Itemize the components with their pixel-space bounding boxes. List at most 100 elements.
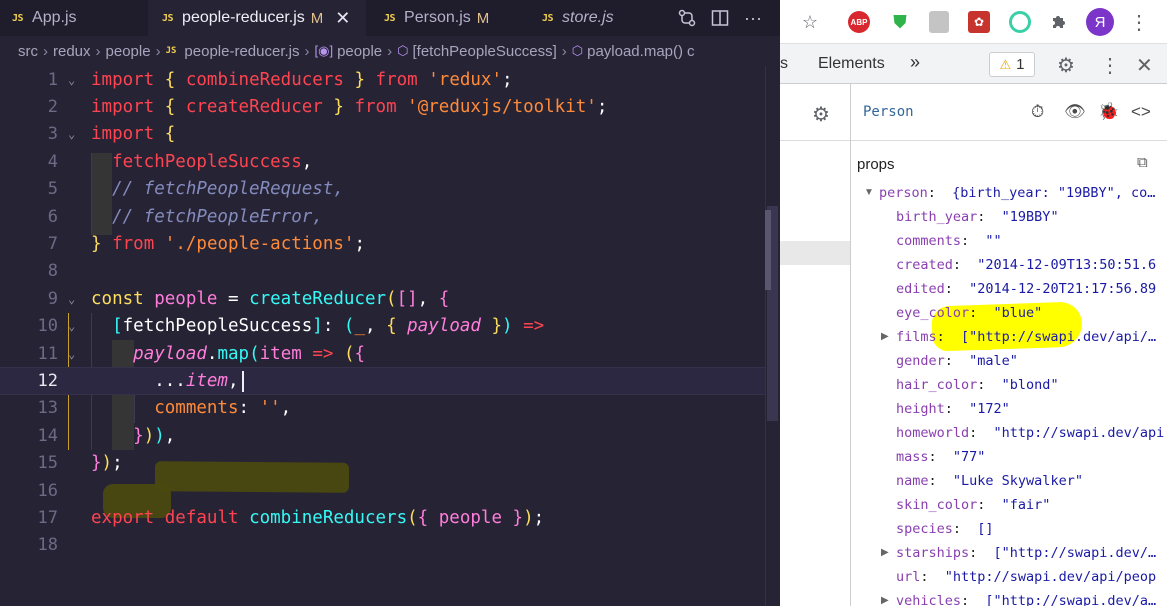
prop-key: edited bbox=[896, 281, 945, 297]
close-icon[interactable]: ✕ bbox=[1136, 53, 1153, 78]
breadcrumb-item[interactable]: src bbox=[18, 43, 38, 60]
prop-row-person[interactable]: person: {birth_year: "19BBY", co… bbox=[879, 181, 1155, 205]
prop-row-comments[interactable]: comments: "" bbox=[896, 229, 1002, 253]
prop-colon: : bbox=[920, 569, 945, 585]
prop-row-skin-color[interactable]: skin_color: "fair" bbox=[896, 493, 1050, 517]
caret-right-icon[interactable]: ▶ bbox=[881, 331, 889, 342]
warning-badge[interactable]: ⚠ 1 bbox=[989, 52, 1035, 77]
more-actions-icon[interactable]: ··· bbox=[741, 6, 765, 30]
compare-changes-icon[interactable] bbox=[675, 6, 699, 30]
tab-app-js[interactable]: JS App.js bbox=[0, 0, 148, 36]
gear-icon[interactable]: ⚙ bbox=[1057, 53, 1075, 78]
split-editor-icon[interactable] bbox=[708, 6, 732, 30]
chevron-right-icon: › bbox=[304, 42, 310, 60]
copy-icon[interactable]: ⧉ bbox=[1137, 154, 1148, 171]
prop-row-vehicles[interactable]: vehicles: ["http://swapi.dev/a… bbox=[896, 589, 1156, 606]
prop-row-created[interactable]: created: "2014-12-09T13:50:51.6 bbox=[896, 253, 1156, 277]
tab-person-js[interactable]: JS Person.js M bbox=[366, 0, 526, 36]
prop-row-species[interactable]: species: [] bbox=[896, 517, 994, 541]
prop-row-gender[interactable]: gender: "male" bbox=[896, 349, 1018, 373]
component-tree-pane[interactable]: ⚙ bbox=[780, 84, 851, 606]
js-file-icon: JS bbox=[542, 12, 554, 24]
close-icon[interactable]: ✕ bbox=[335, 8, 350, 29]
menu-dots-icon[interactable]: ⋮ bbox=[1100, 53, 1120, 78]
prop-row-birth-year[interactable]: birth_year: "19BBY" bbox=[896, 205, 1059, 229]
extension-ring-icon[interactable] bbox=[1009, 11, 1031, 33]
menu-dots-icon[interactable]: ⋮ bbox=[1126, 9, 1152, 35]
tab-label: store.js bbox=[562, 9, 614, 26]
breadcrumb-item[interactable]: payload.map() bbox=[587, 43, 683, 60]
bug-icon[interactable]: 🐞 bbox=[1098, 102, 1119, 122]
tab-label: people-reducer.js bbox=[182, 9, 305, 26]
browser-devtools: ☆ ABP ⛊ ✿ Я ⋮ s Elements » ⚠ 1 ⚙ ⋮ ✕ ⚙ Pe… bbox=[780, 0, 1167, 606]
prop-colon: : bbox=[952, 521, 978, 537]
chevron-right-icon: › bbox=[155, 42, 161, 60]
star-icon[interactable]: ☆ bbox=[797, 9, 823, 35]
code-line: 9 ⌄ const people = createReducer([], { bbox=[47, 288, 450, 309]
prop-value: ["http://swapi.dev/a… bbox=[985, 593, 1157, 606]
breadcrumb-item[interactable]: people bbox=[106, 43, 151, 60]
prop-key: comments bbox=[896, 233, 962, 249]
prop-value: "male" bbox=[969, 353, 1018, 369]
prop-row-hair-color[interactable]: hair_color: "blond" bbox=[896, 373, 1059, 397]
prop-value: "http://swapi.dev/api bbox=[993, 425, 1165, 441]
more-tabs-icon[interactable]: » bbox=[910, 52, 920, 73]
extension-red-icon[interactable]: ✿ bbox=[968, 11, 990, 33]
tab-label: Person.js bbox=[404, 9, 471, 26]
prop-row-eye-color[interactable]: eye_color: "blue" bbox=[896, 301, 1042, 325]
gear-icon[interactable]: ⚙ bbox=[812, 102, 830, 127]
breadcrumb-item[interactable]: people bbox=[337, 43, 382, 60]
caret-right-icon[interactable]: ▶ bbox=[881, 547, 889, 558]
prop-row-homeworld[interactable]: homeworld: "http://swapi.dev/api bbox=[896, 421, 1164, 445]
tab-partial[interactable]: s bbox=[780, 55, 788, 73]
chevron-down-icon[interactable]: ⌄ bbox=[68, 127, 75, 141]
prop-row-starships[interactable]: starships: ["http://swapi.dev/… bbox=[896, 541, 1156, 565]
prop-row-height[interactable]: height: "172" bbox=[896, 397, 1010, 421]
code-line: 15}); bbox=[37, 453, 123, 474]
shield-icon[interactable]: ⛊ bbox=[887, 9, 913, 35]
chevron-down-icon[interactable]: ⌄ bbox=[68, 319, 75, 333]
prop-key: species bbox=[896, 521, 953, 537]
chevron-right-icon: › bbox=[43, 42, 48, 60]
code-editor[interactable]: JS App.js JS people-reducer.js M ✕ JS Pe… bbox=[0, 0, 780, 606]
prop-row-name[interactable]: name: "Luke Skywalker" bbox=[896, 469, 1083, 493]
prop-value: "http://swapi.dev/api/peop bbox=[944, 569, 1157, 585]
extension-avatar-icon[interactable] bbox=[929, 11, 949, 33]
caret-right-icon[interactable]: ▶ bbox=[881, 595, 889, 606]
prop-key: gender bbox=[896, 353, 945, 369]
warning-icon: ⚠ bbox=[999, 56, 1012, 72]
chevron-right-icon: › bbox=[95, 42, 101, 60]
prop-value: "2014-12-20T21:17:56.89 bbox=[969, 281, 1157, 297]
profile-avatar[interactable]: Я bbox=[1086, 8, 1114, 36]
prop-row-films[interactable]: films: ["http://swapi.dev/api/… bbox=[896, 325, 1156, 349]
code-icon[interactable]: <> bbox=[1131, 102, 1151, 122]
chevron-down-icon[interactable]: ⌄ bbox=[68, 73, 75, 87]
tab-elements[interactable]: Elements bbox=[818, 55, 885, 73]
prop-row-edited[interactable]: edited: "2014-12-20T21:17:56.89 bbox=[896, 277, 1156, 301]
prop-row-mass[interactable]: mass: "77" bbox=[896, 445, 985, 469]
selected-tree-row[interactable] bbox=[780, 241, 850, 265]
chevron-down-icon[interactable]: ⌄ bbox=[68, 347, 75, 361]
breadcrumb-item[interactable]: redux bbox=[53, 43, 91, 60]
adblock-icon[interactable]: ABP bbox=[848, 11, 870, 33]
breadcrumb-item[interactable]: [fetchPeopleSuccess] bbox=[412, 43, 556, 60]
puzzle-icon[interactable] bbox=[1046, 9, 1072, 35]
code-line: 17 export default combineReducers({ peopl… bbox=[37, 508, 545, 529]
caret-down-icon[interactable]: ▼ bbox=[864, 187, 874, 198]
prop-key: vehicles bbox=[896, 593, 962, 606]
prop-colon: : bbox=[944, 353, 970, 369]
prop-row-url[interactable]: url: "http://swapi.dev/api/peop bbox=[896, 565, 1156, 589]
prop-colon: : bbox=[977, 497, 1002, 513]
chevron-down-icon[interactable]: ⌄ bbox=[68, 292, 75, 306]
tab-store-js[interactable]: JS store.js bbox=[526, 0, 666, 36]
warning-count: 1 bbox=[1016, 56, 1025, 73]
code-area[interactable]: 1 ⌄ import { combineReducers } from 'redux… bbox=[0, 66, 765, 606]
breadcrumb-item[interactable]: people-reducer.js bbox=[184, 43, 299, 60]
prop-value: ["http://swapi.dev/api/… bbox=[961, 329, 1157, 345]
stopwatch-icon[interactable]: ⏱ bbox=[1031, 102, 1044, 122]
prop-key: films bbox=[896, 329, 937, 345]
prop-value: "blue" bbox=[993, 305, 1043, 321]
eye-icon[interactable]: 👁 bbox=[1064, 102, 1086, 122]
tab-people-reducer[interactable]: JS people-reducer.js M ✕ bbox=[148, 0, 366, 36]
prop-value: "Luke Skywalker" bbox=[952, 473, 1083, 489]
